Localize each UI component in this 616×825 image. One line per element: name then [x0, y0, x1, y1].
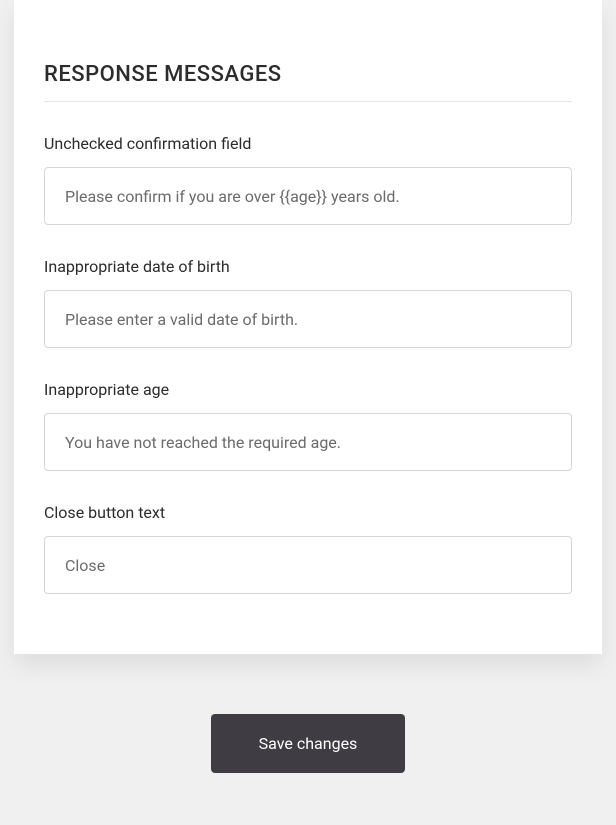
section-title: RESPONSE MESSAGES	[44, 0, 572, 102]
input-unchecked-confirmation[interactable]	[44, 167, 572, 225]
label-close-button-text: Close button text	[44, 503, 572, 522]
field-inappropriate-age: Inappropriate age	[44, 380, 572, 471]
label-unchecked-confirmation: Unchecked confirmation field	[44, 134, 572, 153]
save-changes-button[interactable]: Save changes	[211, 714, 406, 773]
input-inappropriate-age[interactable]	[44, 413, 572, 471]
settings-card: RESPONSE MESSAGES Unchecked confirmation…	[14, 0, 602, 654]
input-inappropriate-dob[interactable]	[44, 290, 572, 348]
label-inappropriate-age: Inappropriate age	[44, 380, 572, 399]
save-button-container: Save changes	[0, 714, 616, 773]
label-inappropriate-dob: Inappropriate date of birth	[44, 257, 572, 276]
input-close-button-text[interactable]	[44, 536, 572, 594]
field-inappropriate-dob: Inappropriate date of birth	[44, 257, 572, 348]
field-unchecked-confirmation: Unchecked confirmation field	[44, 134, 572, 225]
field-close-button-text: Close button text	[44, 503, 572, 594]
